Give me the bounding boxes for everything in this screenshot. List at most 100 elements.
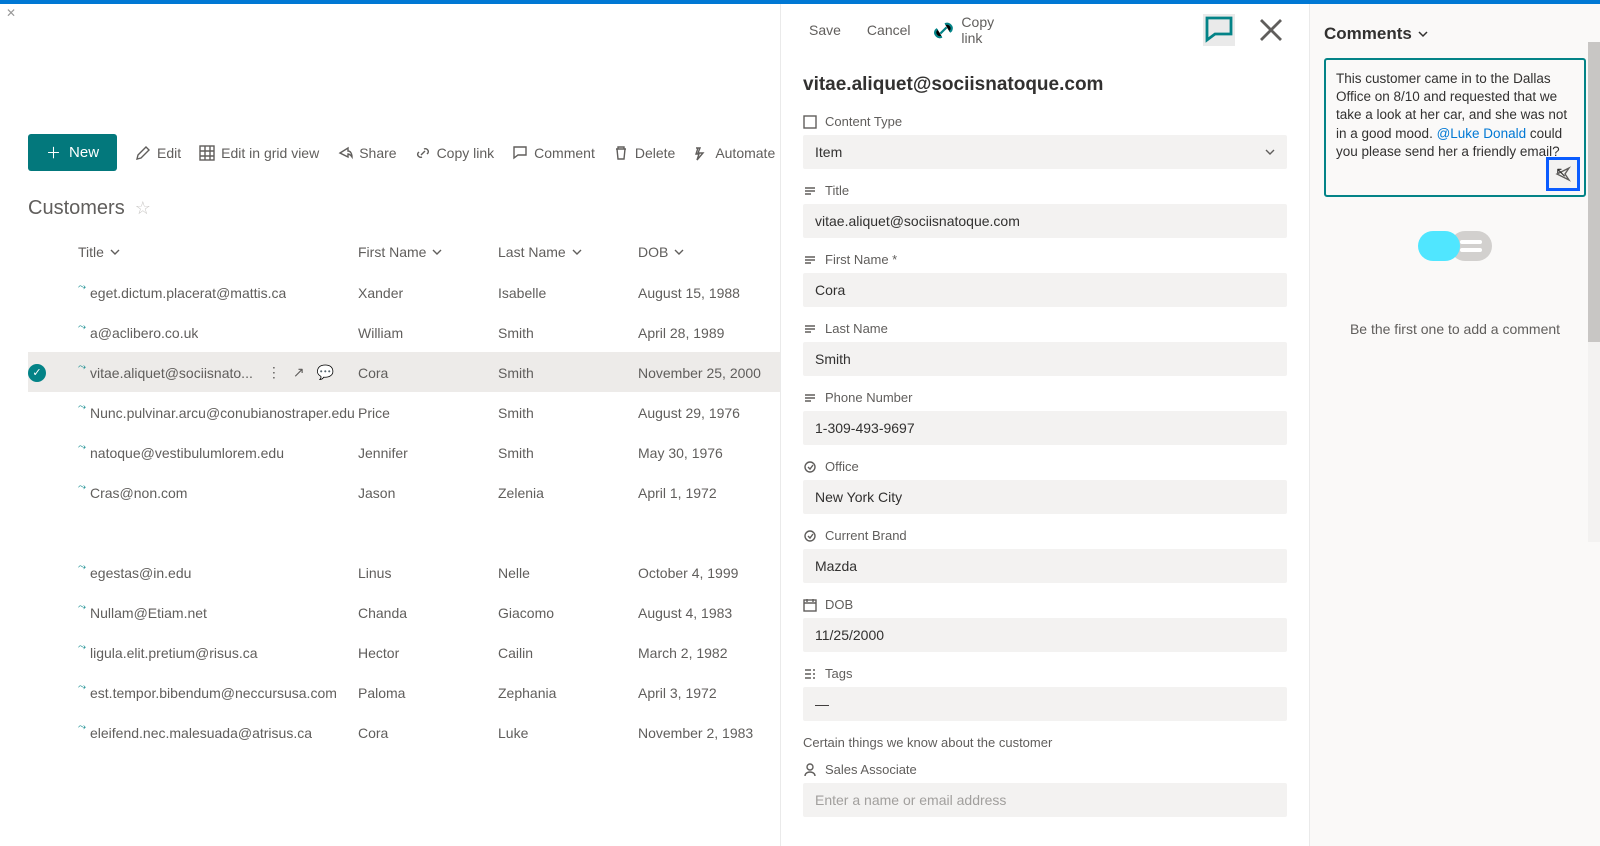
title-input[interactable]: vitae.aliquet@sociisnatoque.com [803,204,1287,238]
brand-input[interactable]: Mazda [803,549,1287,583]
col-dob-label: DOB [638,244,668,260]
trash-icon [613,145,629,161]
scrollbar-thumb[interactable] [1588,42,1600,342]
row-last: Smith [498,405,638,421]
phone-label: Phone Number [825,390,912,405]
send-comment-button[interactable]: ↖ [1546,157,1580,191]
copylink-label: Copy link [961,14,994,46]
cancel-button[interactable]: Cancel [861,22,911,38]
cancel-label: Cancel [867,22,911,38]
copylink-button[interactable]: Copy link [415,145,495,161]
first-value: Cora [815,282,845,298]
last-value: Smith [815,351,851,367]
row-first: Hector [358,645,498,661]
text-icon [803,322,817,336]
row-more-icon[interactable]: ⋮ [267,364,281,381]
comments-heading[interactable]: Comments [1324,24,1586,44]
chevron-down-icon [674,247,684,257]
comment-mention[interactable]: @Luke Donald [1437,126,1527,141]
new-indicator-icon: ⤳ [78,682,86,693]
comment-label: Comment [534,145,595,161]
panel-copylink-button[interactable]: Copy link [931,14,995,46]
toggle-comments-button[interactable] [1203,14,1235,46]
new-indicator-icon: ⤳ [78,562,86,573]
last-name-input[interactable]: Smith [803,342,1287,376]
favorite-toggle[interactable]: ☆ [135,198,151,219]
flow-icon [693,145,709,161]
record-title: vitae.aliquet@sociisnatoque.com [803,74,1287,96]
col-first[interactable]: First Name [358,244,498,260]
dob-input[interactable]: 11/25/2000 [803,618,1287,652]
office-value: New York City [815,489,902,505]
row-share-icon[interactable]: ↗ [293,364,305,381]
row-first: Cora [358,725,498,741]
edit-grid-label: Edit in grid view [221,145,319,161]
row-first: Chanda [358,605,498,621]
content-type-select[interactable]: Item [803,135,1287,169]
first-name-input[interactable]: Cora [803,273,1287,307]
associate-input[interactable]: Enter a name or email address [803,783,1287,817]
row-title: a@aclibero.co.uk [90,325,198,341]
row-selected-icon[interactable]: ✓ [28,364,46,382]
last-label: Last Name [825,321,888,336]
phone-input[interactable]: 1-309-493-9697 [803,411,1287,445]
new-label: New [69,144,99,161]
pencil-icon [135,145,151,161]
brand-value: Mazda [815,558,857,574]
row-first: William [358,325,498,341]
text-icon [803,184,817,198]
row-title: vitae.aliquet@sociisnato... [90,365,253,381]
link-icon [415,145,431,161]
comment-input[interactable]: This customer came in to the Dallas Offi… [1324,58,1586,197]
choice-icon [803,460,817,474]
new-indicator-icon: ⤳ [78,442,86,453]
row-first: Jennifer [358,445,498,461]
page-back-x[interactable]: ✕ [6,6,16,20]
share-label: Share [359,145,396,161]
list-title: Customers [28,197,125,220]
row-first: Linus [358,565,498,581]
cursor-icon: ↖ [1555,163,1567,182]
tags-label: Tags [825,666,852,681]
edit-button[interactable]: Edit [135,145,181,161]
edit-grid-button[interactable]: Edit in grid view [199,145,319,161]
office-input[interactable]: New York City [803,480,1287,514]
share-button[interactable]: Share [337,145,396,161]
form-toolbar: Save Cancel Copy link [781,4,1309,56]
new-indicator-icon: ⤳ [78,282,86,293]
close-panel-button[interactable] [1255,14,1287,46]
row-title: est.tempor.bibendum@neccursusa.com [90,685,337,701]
chevron-down-icon [1265,147,1275,157]
grid-icon [199,145,215,161]
person-icon [803,763,817,777]
row-title: Cras@non.com [90,485,187,501]
calendar-icon [803,598,817,612]
new-indicator-icon: ⤳ [78,722,86,733]
delete-button[interactable]: Delete [613,145,675,161]
office-label: Office [825,459,859,474]
title-label: Title [825,183,849,198]
col-title[interactable]: Title [78,244,358,260]
row-first: Cora [358,365,498,381]
save-button[interactable]: Save [803,22,841,38]
new-indicator-icon: ⤳ [78,402,86,413]
text-icon [803,391,817,405]
dob-value: 11/25/2000 [815,627,884,643]
form-scroll-area[interactable]: vitae.aliquet@sociisnatoque.com Content … [781,56,1309,846]
row-comment-icon[interactable]: 💬 [317,364,334,381]
tags-input[interactable]: — [803,687,1287,721]
form-scrollbar[interactable] [1588,42,1600,542]
row-title: Nullam@Etiam.net [90,605,207,621]
new-button[interactable]: ＋ New [28,134,117,171]
share-icon [337,145,353,161]
row-first: Price [358,405,498,421]
copylink-label: Copy link [437,145,495,161]
new-indicator-icon: ⤳ [78,322,86,333]
chevron-down-icon [110,247,120,257]
row-title: eleifend.nec.malesuada@atrisus.ca [90,725,312,741]
comment-button[interactable]: Comment [512,145,595,161]
col-last[interactable]: Last Name [498,244,638,260]
save-label: Save [809,22,841,38]
dob-label: DOB [825,597,853,612]
row-last: Isabelle [498,285,638,301]
